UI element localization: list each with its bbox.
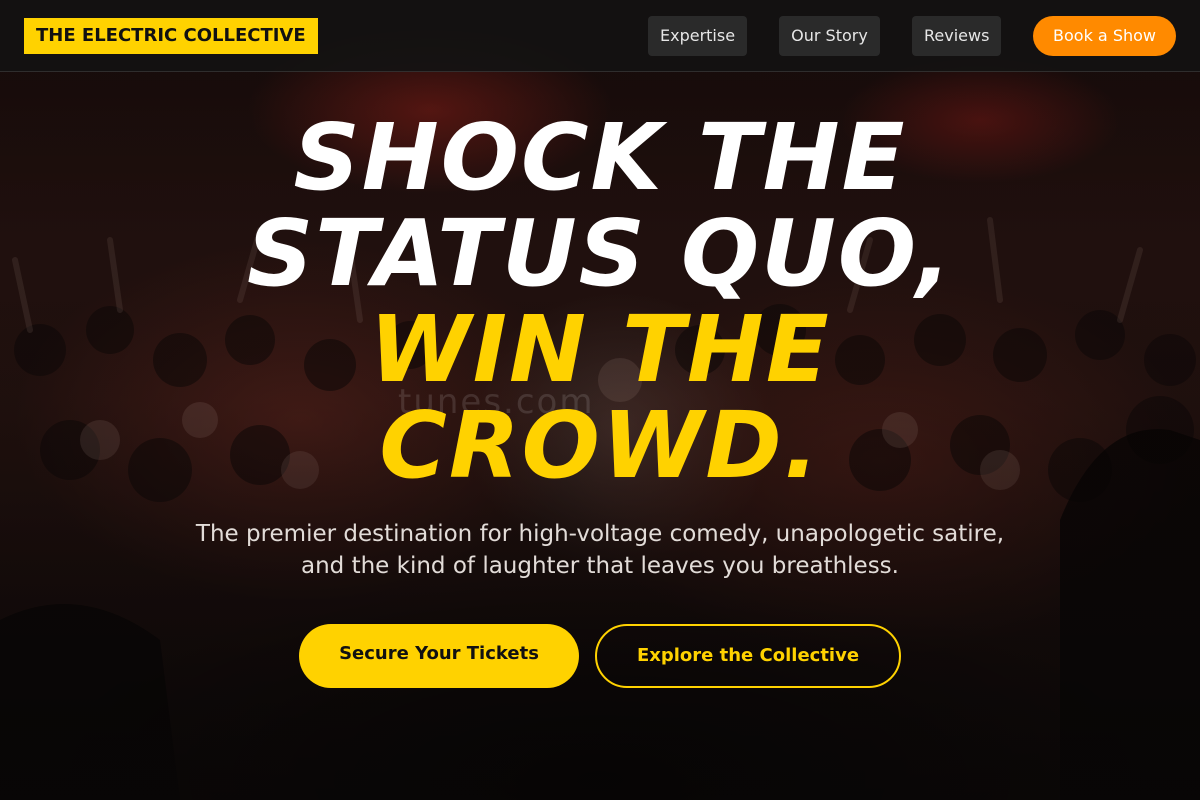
nav-link-reviews[interactable]: Reviews <box>912 16 1001 56</box>
landing-page: tunes.com THE ELECTRIC COLLECTIVE Expert… <box>0 0 1200 800</box>
subtext-line-1: The premier destination for high-voltage… <box>195 521 1005 547</box>
nav-link-expertise[interactable]: Expertise <box>648 16 747 56</box>
hero-headline: SHOCK THE STATUS QUO, WIN THE CROWD. <box>0 110 1200 494</box>
headline-line-2: STATUS QUO, <box>246 200 954 307</box>
hero-subtext: The premier destination for high-voltage… <box>150 518 1050 582</box>
subtext-line-2: and the kind of laughter that leaves you… <box>301 553 899 579</box>
headline-line-1: SHOCK THE <box>293 104 907 211</box>
secure-tickets-button[interactable]: Secure Your Tickets <box>299 624 579 688</box>
headline-line-3: WIN THE <box>369 296 831 403</box>
book-a-show-button[interactable]: Book a Show <box>1033 16 1176 56</box>
nav-link-our-story[interactable]: Our Story <box>779 16 880 56</box>
explore-collective-button[interactable]: Explore the Collective <box>595 624 901 688</box>
headline-line-4: CROWD. <box>379 392 821 499</box>
site-header: THE ELECTRIC COLLECTIVE Expertise Our St… <box>0 0 1200 72</box>
brand-logo[interactable]: THE ELECTRIC COLLECTIVE <box>24 18 318 54</box>
